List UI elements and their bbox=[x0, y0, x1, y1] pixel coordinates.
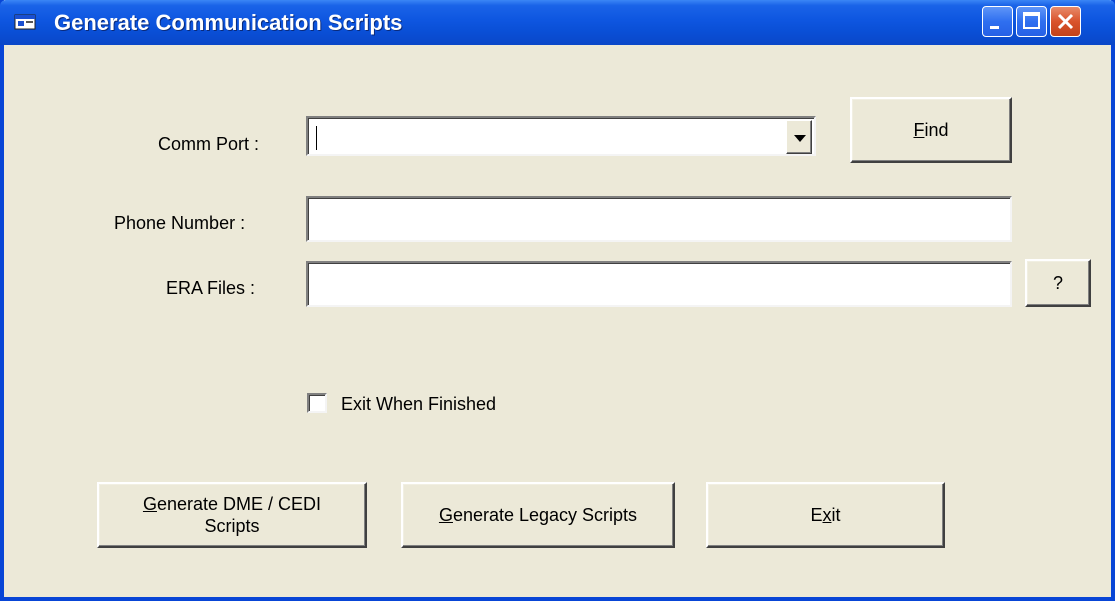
comm-port-label: Comm Port : bbox=[158, 134, 260, 154]
chevron-down-icon bbox=[794, 135, 806, 142]
title-bar[interactable]: Generate Communication Scripts bbox=[0, 0, 1115, 45]
text-caret bbox=[316, 126, 317, 150]
find-button-label: Find bbox=[913, 119, 949, 140]
exit-when-finished-checkbox[interactable] bbox=[307, 393, 327, 413]
generate-legacy-scripts-button[interactable]: Generate Legacy Scripts bbox=[401, 482, 675, 548]
close-button[interactable] bbox=[1050, 6, 1081, 37]
generate-dme-cedi-button[interactable]: Generate DME / CEDI Scripts bbox=[97, 482, 367, 548]
window-title: Generate Communication Scripts bbox=[54, 10, 403, 35]
era-files-field[interactable] bbox=[306, 261, 1012, 307]
minimize-icon bbox=[990, 26, 999, 29]
exit-button-label: Exit bbox=[810, 504, 841, 525]
comm-port-dropdown[interactable] bbox=[306, 116, 816, 156]
app-icon bbox=[14, 11, 36, 33]
minimize-button[interactable] bbox=[982, 6, 1013, 37]
exit-button[interactable]: Exit bbox=[706, 482, 945, 548]
generate-legacy-scripts-label: Generate Legacy Scripts bbox=[438, 504, 638, 525]
era-files-label: ERA Files : bbox=[166, 278, 256, 298]
phone-number-label: Phone Number : bbox=[114, 213, 246, 233]
browse-button[interactable]: ? bbox=[1025, 259, 1091, 307]
find-button[interactable]: Find bbox=[850, 97, 1012, 163]
close-icon bbox=[1057, 13, 1074, 30]
phone-number-field[interactable] bbox=[306, 196, 1012, 242]
maximize-icon bbox=[1023, 12, 1040, 29]
maximize-button[interactable] bbox=[1016, 6, 1047, 37]
dropdown-button[interactable] bbox=[786, 120, 812, 154]
generate-dme-cedi-label: Generate DME / CEDI Scripts bbox=[142, 493, 322, 537]
exit-when-finished-label[interactable]: Exit When Finished bbox=[341, 394, 496, 415]
